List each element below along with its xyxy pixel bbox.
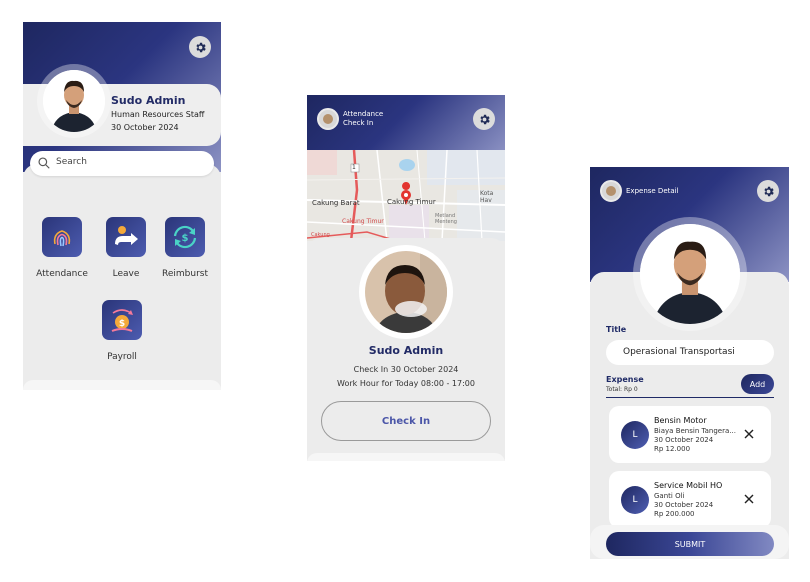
- map-label-cakung-timur-road: Cakung Timur: [342, 218, 384, 225]
- expense-item-desc: Biaya Bensin Tangera...: [654, 427, 736, 435]
- profile-screen: Sudo Admin Human Resources Staff 30 Octo…: [23, 22, 221, 390]
- bottom-nav: [23, 380, 221, 390]
- map-label-cakung-barat: Cakung Barat: [312, 199, 360, 207]
- expense-item-date: 30 October 2024: [654, 501, 714, 509]
- expense-item-title: Bensin Motor: [654, 416, 707, 425]
- expense-label: Expense: [606, 375, 644, 384]
- expense-item-amount: Rp 12.000: [654, 445, 691, 453]
- attendance-name: Sudo Admin: [368, 344, 444, 357]
- reimburst-button[interactable]: $: [165, 217, 205, 257]
- title-label: Title: [606, 325, 627, 334]
- map-label-cakung-timur: Cakung Timur: [387, 198, 436, 206]
- attendance-selfie: [365, 251, 447, 333]
- expense-item[interactable]: L Bensin Motor Biaya Bensin Tangera... 3…: [609, 406, 771, 463]
- expense-item[interactable]: L Service Mobil HO Ganti Oli 30 October …: [609, 471, 771, 528]
- expense-item-desc: Ganti Oli: [654, 492, 685, 500]
- expense-header-title: Expense Detail: [626, 187, 679, 195]
- expense-item-date: 30 October 2024: [654, 436, 714, 444]
- expense-screen: Expense Detail Title Operasional Transpo…: [590, 167, 789, 559]
- leave-icon: [115, 226, 138, 245]
- attendance-header-subtitle: Check In: [343, 119, 374, 127]
- search-bar[interactable]: Search: [30, 151, 214, 176]
- map-road-number: 1: [352, 164, 356, 171]
- payroll-button[interactable]: $: [102, 300, 142, 340]
- profile-role: Human Resources Staff: [111, 110, 205, 119]
- profile-name: Sudo Admin: [111, 94, 186, 107]
- work-hour: Work Hour for Today 08:00 - 17:00: [337, 379, 475, 388]
- expense-item-avatar: L: [621, 421, 649, 449]
- reimburst-label: Reimburst: [162, 269, 208, 279]
- attendance-label: Attendance: [36, 269, 88, 279]
- expense-avatar: [640, 224, 740, 324]
- settings-button[interactable]: [473, 108, 495, 130]
- settings-button[interactable]: [189, 36, 211, 58]
- profile-date: 30 October 2024: [111, 123, 179, 132]
- map-label-metland: Metland Menteng: [435, 213, 457, 225]
- fingerprint-icon: [53, 230, 71, 247]
- bottom-nav: [307, 453, 505, 461]
- expense-header-avatar: [600, 180, 622, 202]
- check-in-button[interactable]: Check In: [321, 401, 491, 441]
- svg-text:$: $: [182, 233, 189, 244]
- gear-icon: [763, 186, 774, 196]
- gear-icon: [195, 42, 206, 52]
- close-icon[interactable]: [744, 429, 754, 439]
- expense-item-amount: Rp 200.000: [654, 510, 695, 518]
- location-map[interactable]: Cakung Barat Cakung Timur Cakung Timur M…: [307, 150, 505, 241]
- avatar: [43, 70, 105, 132]
- close-icon[interactable]: [744, 494, 754, 504]
- payroll-icon: $: [111, 309, 133, 332]
- expense-item-title: Service Mobil HO: [654, 481, 723, 490]
- check-in-date: Check In 30 October 2024: [353, 365, 459, 374]
- payroll-label: Payroll: [107, 352, 137, 362]
- expense-item-avatar: L: [621, 486, 649, 514]
- leave-button[interactable]: [106, 217, 146, 257]
- attendance-screen: Attendance Check In Cakung Barat Cakung …: [307, 95, 505, 461]
- settings-button[interactable]: [757, 180, 779, 202]
- expense-divider: [606, 397, 774, 398]
- search-icon: [38, 157, 50, 169]
- attendance-header-title: Attendance: [343, 110, 384, 118]
- svg-text:$: $: [119, 319, 125, 329]
- submit-button[interactable]: SUBMIT: [606, 532, 774, 556]
- attendance-header-avatar: [317, 108, 339, 130]
- title-input[interactable]: Operasional Transportasi: [606, 340, 774, 365]
- map-label-kota: Kota Hav: [480, 190, 494, 204]
- search-input[interactable]: Search: [56, 157, 87, 167]
- add-expense-button[interactable]: Add: [741, 374, 774, 394]
- expense-total: Total: Rp 0: [606, 386, 638, 393]
- gear-icon: [479, 114, 490, 124]
- reimburse-icon: $: [173, 225, 197, 249]
- attendance-button[interactable]: [42, 217, 82, 257]
